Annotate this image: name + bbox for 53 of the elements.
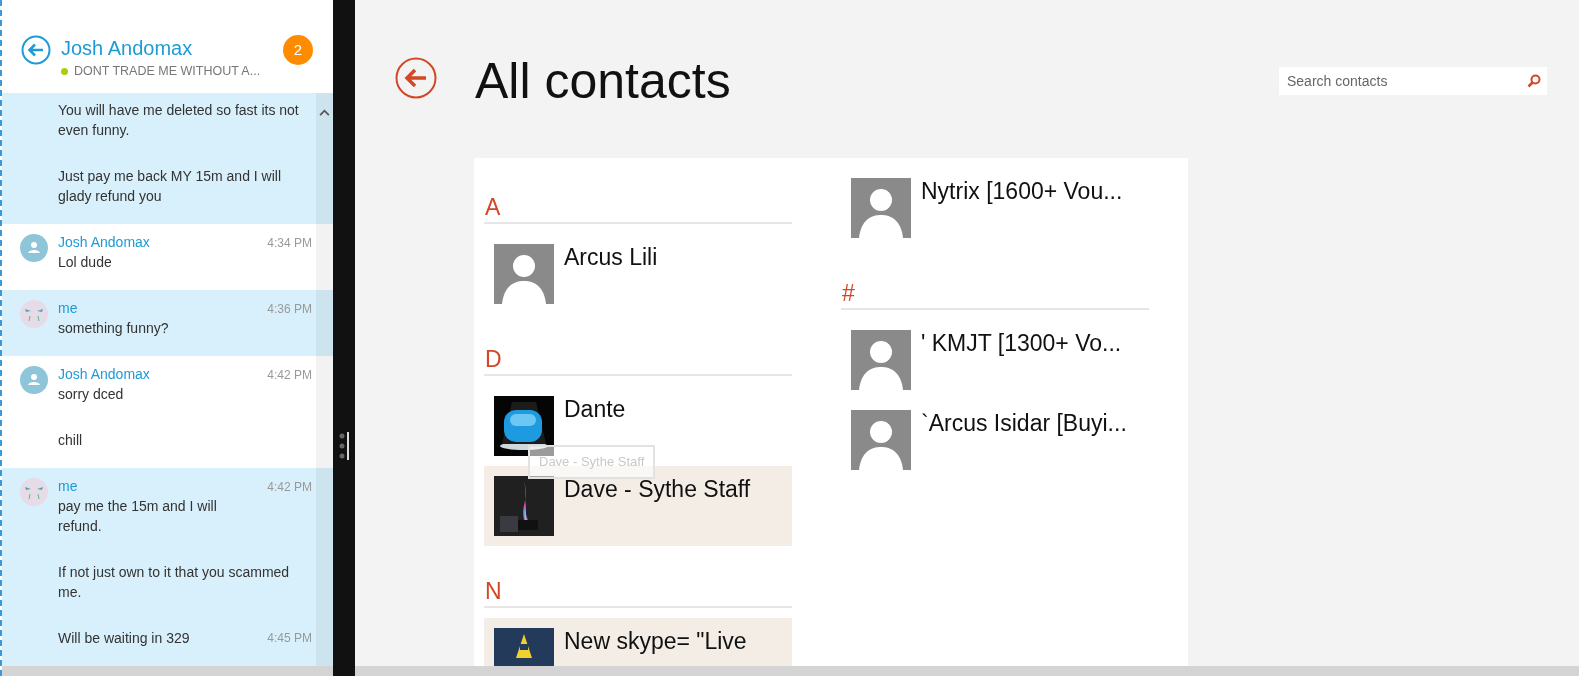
contact-item[interactable]: Arcus Lili: [484, 234, 792, 314]
message-text: something funny?: [58, 319, 169, 338]
message-time: 4:45 PM: [267, 630, 312, 647]
back-icon[interactable]: [395, 57, 437, 99]
page-title: All contacts: [475, 56, 731, 106]
group-letter: D: [484, 345, 502, 374]
message-text: Will be waiting in 329: [58, 629, 190, 648]
avatar-icon: [20, 366, 48, 394]
status-message: DONT TRADE ME WITHOUT A...: [74, 63, 261, 80]
gripper-handle[interactable]: [339, 432, 349, 460]
message-text: chill: [58, 431, 83, 450]
scrollbar[interactable]: [2, 666, 333, 676]
scroll-up-icon[interactable]: [319, 109, 330, 116]
message-time: 4:36 PM: [267, 301, 312, 318]
sender-name: me: [58, 299, 78, 318]
contact-item[interactable]: Dave - Sythe Staff: [484, 466, 792, 546]
avatar-icon: [851, 330, 911, 390]
avatar-icon: [851, 178, 911, 238]
contact-name: ' KMJT [1300+ Vo...: [921, 329, 1122, 358]
contact-item[interactable]: `Arcus Isidar [Buyi...: [841, 400, 1149, 480]
group-letter: #: [841, 279, 855, 308]
sender-name: me: [58, 477, 78, 496]
message-text: Lol dude: [58, 253, 112, 272]
message-time: 4:42 PM: [267, 479, 312, 496]
group-letter: N: [484, 577, 502, 606]
message-time: 4:34 PM: [267, 235, 312, 252]
search-field[interactable]: Search contacts: [1279, 67, 1547, 95]
group-letter: A: [484, 193, 501, 222]
contact-name: `Arcus Isidar [Buyi...: [921, 409, 1127, 438]
message-text: You will have me deleted so fast its not even funny.: [58, 101, 300, 140]
message-text: Just pay me back MY 15m and I will glady refund you: [58, 167, 283, 206]
sender-name: Josh Andomax: [58, 365, 150, 384]
contact-name: Dante: [564, 395, 626, 424]
contact-name: Josh Andomax: [61, 36, 194, 61]
contact-name: New skype= "Live: [564, 627, 747, 656]
message-time: 4:42 PM: [267, 367, 312, 384]
unread-count: 2: [283, 35, 313, 65]
message-text: sorry dced: [58, 385, 124, 404]
avatar-icon: [494, 244, 554, 304]
contact-item[interactable]: ' KMJT [1300+ Vo...: [841, 320, 1149, 400]
message-text: If not just own to it that you scammed me.: [58, 563, 291, 602]
contact-name: Arcus Lili: [564, 243, 658, 272]
contact-item[interactable]: Nytrix [1600+ Vou...: [841, 168, 1149, 248]
message-text: pay me the 15m and I will refund.: [58, 497, 217, 536]
contact-item[interactable]: New skype= "Live: [484, 618, 792, 666]
back-icon[interactable]: [21, 35, 51, 65]
contact-name: Nytrix [1600+ Vou...: [921, 177, 1123, 206]
avatar-icon: [20, 234, 48, 262]
scrollbar[interactable]: [316, 93, 333, 666]
sender-name: Josh Andomax: [58, 233, 150, 252]
avatar-icon: [851, 410, 911, 470]
scrollbar[interactable]: [355, 666, 1579, 676]
search-icon[interactable]: [1527, 74, 1541, 88]
